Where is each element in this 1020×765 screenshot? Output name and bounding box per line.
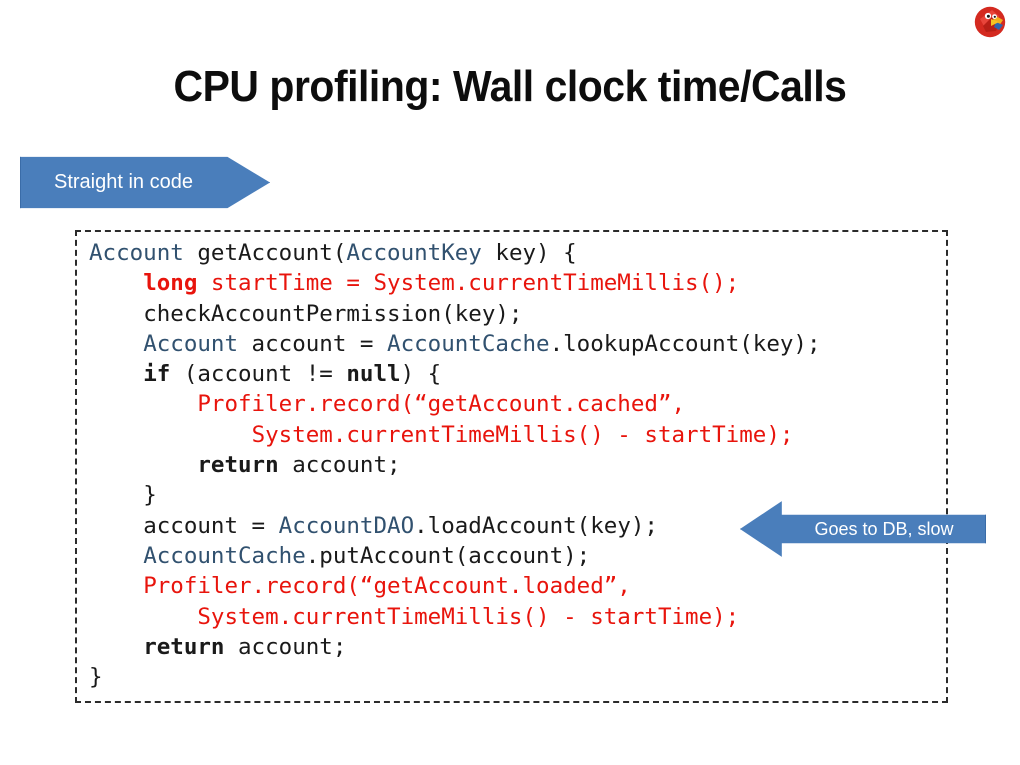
code-line: if (account != null) { xyxy=(89,359,821,389)
callout-goes-to-db: Goes to DB, slow xyxy=(740,498,986,560)
code-token: long xyxy=(143,270,198,297)
code-token: .putAccount(account); xyxy=(305,542,591,569)
code-line: Account getAccount(AccountKey key) { xyxy=(89,238,821,268)
callout-straight-in-code: Straight in code xyxy=(20,152,270,213)
code-token: account; xyxy=(224,633,347,660)
code-token: key) { xyxy=(481,240,577,266)
code-line: checkAccountPermission(key); xyxy=(89,299,821,329)
code-token: } xyxy=(89,664,103,691)
code-token: account; xyxy=(278,452,401,479)
code-token: .lookupAccount(key); xyxy=(549,330,821,357)
code-line: System.currentTimeMillis() - startTime); xyxy=(89,602,821,632)
code-line: Profiler.record(“getAccount.loaded”, xyxy=(89,571,821,601)
code-token: Account xyxy=(143,330,239,357)
code-token: ) { xyxy=(400,361,442,388)
callout-straight-in-code-label: Straight in code xyxy=(54,171,193,193)
code-line: } xyxy=(89,662,821,692)
page-title: CPU profiling: Wall clock time/Calls xyxy=(173,62,847,111)
code-line: long startTime = System.currentTimeMilli… xyxy=(89,268,821,298)
code-token: return xyxy=(197,452,279,479)
code-token: Profiler.record(“getAccount.loaded”, xyxy=(143,573,631,600)
code-token: AccountDAO xyxy=(278,512,415,539)
code-token: if xyxy=(143,361,171,388)
code-token: account = xyxy=(143,512,279,539)
code-line: AccountCache.putAccount(account); xyxy=(89,541,821,571)
code-line: return account; xyxy=(89,632,821,662)
code-token: Account xyxy=(89,240,184,266)
code-lines: Account getAccount(AccountKey key) { lon… xyxy=(89,238,821,692)
code-token: .loadAccount(key); xyxy=(414,512,658,539)
red-parrot-logo xyxy=(972,4,1008,40)
code-token: getAccount( xyxy=(183,240,347,266)
code-block: Account getAccount(AccountKey key) { lon… xyxy=(75,230,948,703)
code-line: account = AccountDAO.loadAccount(key); xyxy=(89,511,821,541)
code-line: Profiler.record(“getAccount.cached”, xyxy=(89,389,821,419)
code-token: startTime = System.currentTimeMillis(); xyxy=(197,270,740,297)
code-token: } xyxy=(143,482,157,509)
code-token: null xyxy=(346,361,401,388)
code-line: System.currentTimeMillis() - startTime); xyxy=(89,420,821,450)
code-token: System.currentTimeMillis() - startTime); xyxy=(251,421,794,448)
code-line: return account; xyxy=(89,450,821,480)
code-token: (account != xyxy=(170,361,347,388)
code-token: checkAccountPermission(key); xyxy=(143,300,523,327)
code-token: AccountCache xyxy=(387,330,550,357)
code-token: return xyxy=(143,633,225,660)
code-token: Profiler.record(“getAccount.cached”, xyxy=(197,391,686,418)
code-token: AccountCache xyxy=(143,542,306,569)
code-line: } xyxy=(89,480,821,510)
code-token: account = xyxy=(238,330,388,357)
code-token: AccountKey xyxy=(346,240,482,266)
callout-goes-to-db-label: Goes to DB, slow xyxy=(814,518,954,539)
code-line: Account account = AccountCache.lookupAcc… xyxy=(89,329,821,359)
code-token: System.currentTimeMillis() - startTime); xyxy=(197,603,740,630)
